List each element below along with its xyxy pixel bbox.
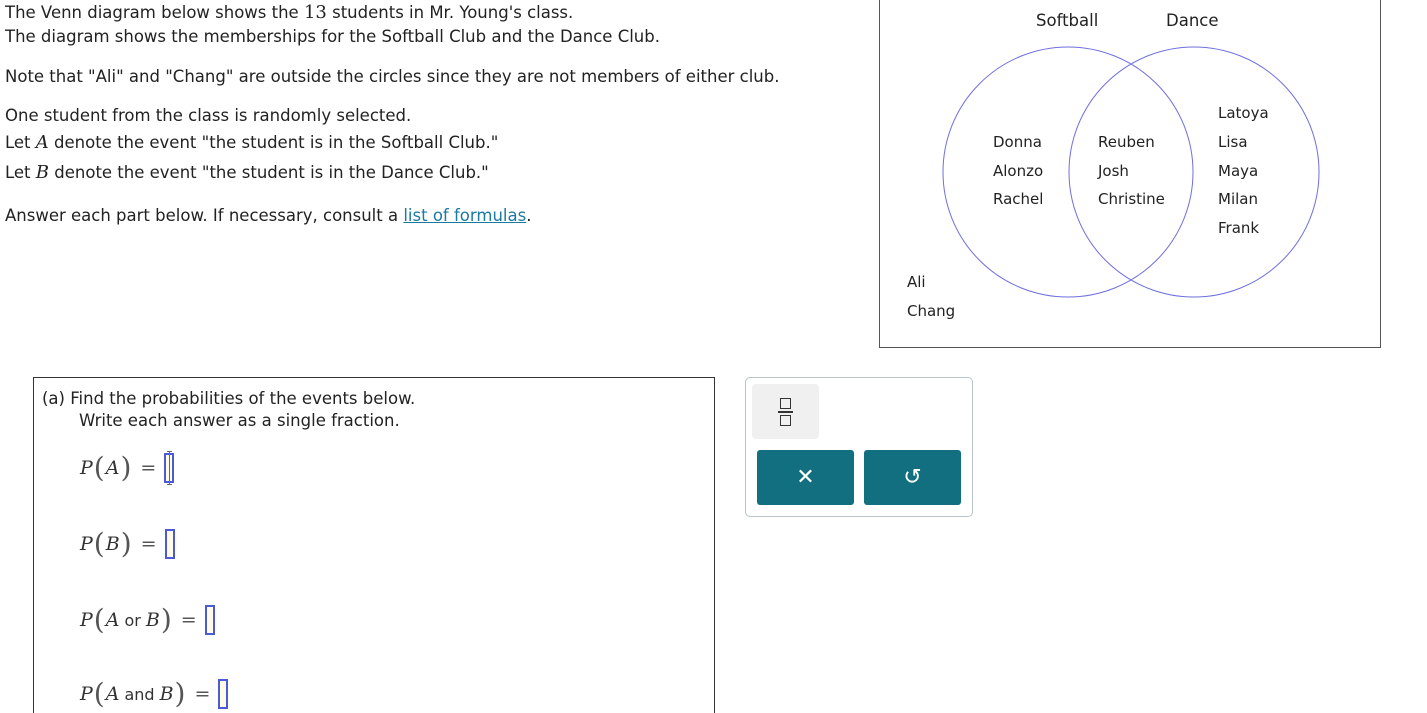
- dance-only-member: Latoya: [1218, 104, 1269, 122]
- answer-input-p-a-and-b[interactable]: [218, 679, 229, 709]
- event-a-definition: Let A denote the event "the student is i…: [5, 132, 499, 153]
- neither-club-member: Ali: [907, 273, 926, 291]
- equation-p-a-or-b: P(Aor B) =: [80, 605, 215, 635]
- dance-label: Dance: [1166, 11, 1219, 30]
- dance-only-member: Lisa: [1218, 133, 1248, 151]
- equation-p-b: P(B) =: [80, 529, 175, 559]
- problem-instructions: Answer each part below. If necessary, co…: [5, 206, 532, 225]
- part-a-line-1: (a) Find the probabilities of the events…: [42, 389, 416, 408]
- part-a-panel: (a) Find the probabilities of the events…: [33, 377, 715, 713]
- page: The Venn diagram below shows the 13 stud…: [0, 0, 1427, 713]
- problem-line-1: The Venn diagram below shows the 13 stud…: [5, 2, 574, 23]
- formulas-link[interactable]: list of formulas: [403, 206, 526, 225]
- event-b-definition: Let B denote the event "the student is i…: [5, 162, 489, 183]
- softball-label: Softball: [1036, 11, 1099, 30]
- softball-only-member: Alonzo: [993, 162, 1044, 180]
- problem-line-2: The diagram shows the memberships for th…: [5, 27, 660, 46]
- equation-p-a-and-b: P(Aand B) =: [80, 679, 229, 709]
- problem-line-4: One student from the class is randomly s…: [5, 106, 412, 125]
- part-a-line-2: Write each answer as a single fraction.: [79, 411, 400, 430]
- softball-circle: [942, 46, 1194, 298]
- close-icon: ✕: [796, 465, 815, 490]
- both-clubs-member: Josh: [1098, 162, 1129, 180]
- answer-input-p-a[interactable]: [164, 451, 175, 485]
- answer-input-p-a-or-b[interactable]: [204, 605, 215, 635]
- both-clubs-member: Reuben: [1098, 133, 1155, 151]
- part-a-instructions: (a) Find the probabilities of the events…: [42, 388, 415, 432]
- math-tool-panel: ✕ ↺: [745, 377, 973, 517]
- venn-circles: [942, 46, 1320, 298]
- undo-button[interactable]: ↺: [864, 450, 961, 505]
- clear-button[interactable]: ✕: [757, 450, 854, 505]
- undo-icon: ↺: [903, 465, 922, 490]
- fraction-button[interactable]: [752, 384, 819, 439]
- both-clubs-member: Christine: [1098, 190, 1165, 208]
- dance-only-member: Maya: [1218, 162, 1259, 180]
- answer-input-p-b[interactable]: [164, 529, 175, 559]
- softball-only-member: Rachel: [993, 190, 1044, 208]
- softball-only-member: Donna: [993, 133, 1042, 151]
- venn-diagram: Softball Dance Donna Alonzo Rachel Reube…: [879, 0, 1381, 348]
- problem-note: Note that "Ali" and "Chang" are outside …: [5, 67, 780, 86]
- equation-p-a: P(A) =: [80, 451, 175, 485]
- dance-only-member: Frank: [1218, 219, 1260, 237]
- neither-club-member: Chang: [907, 302, 956, 320]
- student-count: 13: [303, 2, 327, 23]
- dance-only-member: Milan: [1218, 190, 1258, 208]
